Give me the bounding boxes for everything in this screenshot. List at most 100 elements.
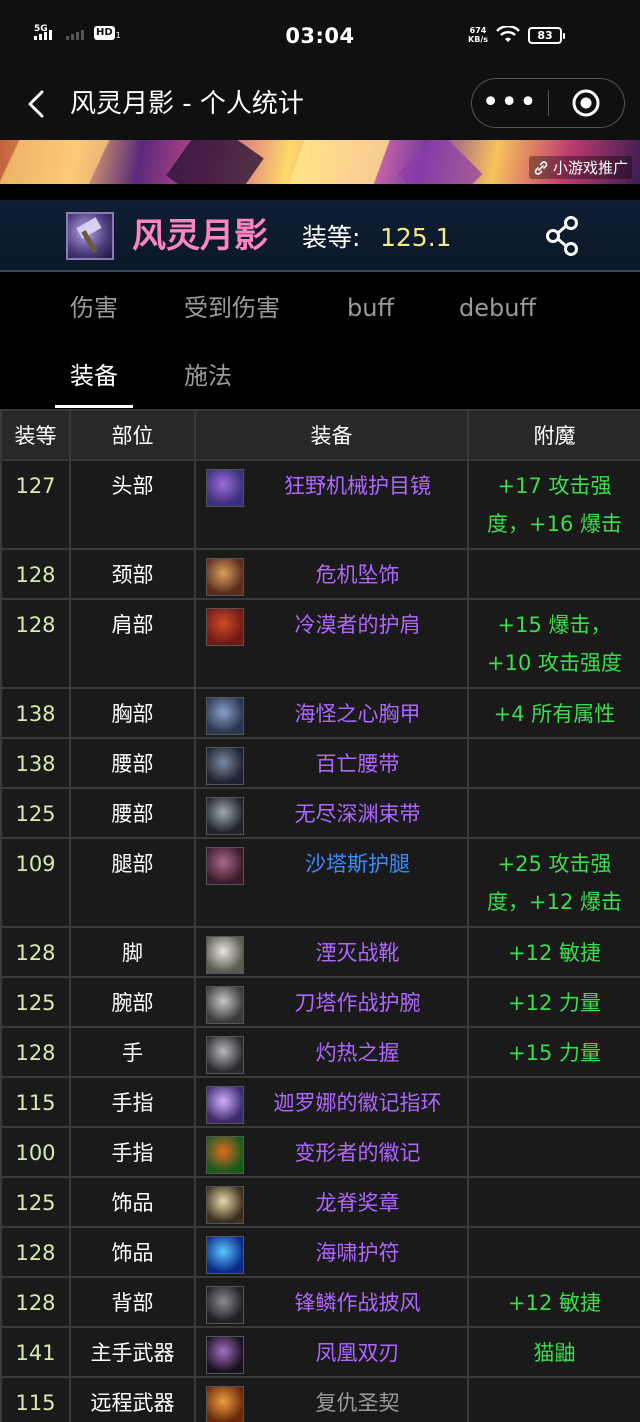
equipment-table-body: 127 头部 狂野机械护目镜 +17 攻击强度，+16 爆击 128 颈部 危机坠饰 128 肩…	[0, 459, 640, 1422]
cell-item[interactable]: 刀塔作战护腕	[194, 976, 469, 1028]
item-name[interactable]: 变形者的徽记	[248, 1134, 467, 1172]
item-name[interactable]: 龙脊奖章	[248, 1184, 467, 1222]
tab-casting[interactable]: 施法	[184, 360, 232, 392]
status-right: 674 KB/s 83	[468, 26, 565, 44]
ad-banner[interactable]: 小游戏推广	[0, 140, 640, 184]
back-arrow-icon[interactable]	[20, 86, 56, 122]
item-name[interactable]: 无尽深渊束带	[248, 795, 467, 833]
cell-item[interactable]: 海怪之心胸甲	[194, 687, 469, 739]
table-row[interactable]: 141 主手武器 凤凰双刃 猫鼬	[0, 1326, 640, 1378]
item-name[interactable]: 刀塔作战护腕	[248, 984, 467, 1022]
cell-item[interactable]: 狂野机械护目镜	[194, 459, 469, 550]
boots-icon	[206, 936, 244, 974]
active-tab-indicator	[55, 405, 133, 408]
cell-item[interactable]: 锋鳞作战披风	[194, 1276, 469, 1328]
ad-decoration	[0, 140, 114, 184]
cell-item-level: 128	[0, 926, 71, 978]
cell-item[interactable]: 凤凰双刃	[194, 1326, 469, 1378]
table-row[interactable]: 109 腿部 沙塔斯护腿 +25 攻击强度，+12 爆击	[0, 837, 640, 928]
tab-damage[interactable]: 伤害	[70, 292, 118, 324]
cell-slot: 胸部	[69, 687, 196, 739]
table-row[interactable]: 115 远程武器 复仇圣契	[0, 1376, 640, 1422]
cell-enchant: +15 爆击，+10 攻击强度	[467, 598, 640, 689]
tab-damage-taken[interactable]: 受到伤害	[184, 292, 280, 324]
table-row[interactable]: 128 肩部 冷漠者的护肩 +15 爆击，+10 攻击强度	[0, 598, 640, 689]
network-speed-value: 674	[469, 26, 487, 35]
cell-item-level: 100	[0, 1126, 71, 1178]
item-name[interactable]: 狂野机械护目镜	[248, 467, 467, 505]
character-header: 风灵月影 装等: 125.1	[0, 200, 640, 272]
cell-item[interactable]: 变形者的徽记	[194, 1126, 469, 1178]
cell-item-level: 138	[0, 687, 71, 739]
item-name[interactable]: 湮灭战靴	[248, 934, 467, 972]
item-name[interactable]: 沙塔斯护腿	[248, 845, 467, 883]
cell-item-level: 109	[0, 837, 71, 928]
cell-enchant	[467, 1076, 640, 1128]
table-row[interactable]: 125 饰品 龙脊奖章	[0, 1176, 640, 1228]
wifi-icon	[496, 26, 520, 42]
table-row[interactable]: 128 手 灼热之握 +15 力量	[0, 1026, 640, 1078]
item-name[interactable]: 复仇圣契	[248, 1384, 467, 1422]
item-name[interactable]: 冷漠者的护肩	[248, 606, 467, 644]
tab-debuff[interactable]: debuff	[459, 292, 536, 324]
cell-item-level: 141	[0, 1326, 71, 1378]
network-speed: 674 KB/s	[468, 26, 488, 44]
tab-equipment[interactable]: 装备	[70, 360, 118, 392]
cell-slot: 颈部	[69, 548, 196, 600]
table-row[interactable]: 127 头部 狂野机械护目镜 +17 攻击强度，+16 爆击	[0, 459, 640, 550]
item-name[interactable]: 锋鳞作战披风	[248, 1284, 467, 1322]
table-row[interactable]: 115 手指 迦罗娜的徽记指环	[0, 1076, 640, 1128]
table-row[interactable]: 128 脚 湮灭战靴 +12 敏捷	[0, 926, 640, 978]
cell-item[interactable]: 复仇圣契	[194, 1376, 469, 1422]
table-row[interactable]: 138 腰部 百亡腰带	[0, 737, 640, 789]
table-row[interactable]: 100 手指 变形者的徽记	[0, 1126, 640, 1178]
table-row[interactable]: 128 背部 锋鳞作战披风 +12 敏捷	[0, 1276, 640, 1328]
cell-enchant: +25 攻击强度，+12 爆击	[467, 837, 640, 928]
table-row[interactable]: 128 饰品 海啸护符	[0, 1226, 640, 1278]
cell-item[interactable]: 海啸护符	[194, 1226, 469, 1278]
goggles-icon	[206, 469, 244, 507]
chest-icon	[206, 697, 244, 735]
item-name[interactable]: 海啸护符	[248, 1234, 467, 1272]
cell-item[interactable]: 百亡腰带	[194, 737, 469, 789]
cell-item-level: 125	[0, 976, 71, 1028]
cell-item-level: 125	[0, 1176, 71, 1228]
cell-item-level: 128	[0, 598, 71, 689]
item-name[interactable]: 迦罗娜的徽记指环	[248, 1084, 467, 1122]
item-name[interactable]: 灼热之握	[248, 1034, 467, 1072]
close-mini-program-button[interactable]	[549, 88, 625, 118]
cell-item-level: 127	[0, 459, 71, 550]
ring-icon	[206, 1136, 244, 1174]
item-name[interactable]: 危机坠饰	[248, 556, 467, 594]
table-row[interactable]: 125 腰部 无尽深渊束带	[0, 787, 640, 839]
cell-enchant: +12 敏捷	[467, 926, 640, 978]
cell-item-level: 128	[0, 1276, 71, 1328]
cell-item[interactable]: 冷漠者的护肩	[194, 598, 469, 689]
table-row[interactable]: 125 腕部 刀塔作战护腕 +12 力量	[0, 976, 640, 1028]
cell-item[interactable]: 龙脊奖章	[194, 1176, 469, 1228]
table-row[interactable]: 138 胸部 海怪之心胸甲 +4 所有属性	[0, 687, 640, 739]
cell-item-level: 128	[0, 1226, 71, 1278]
legs-icon	[206, 847, 244, 885]
ring-icon	[206, 1086, 244, 1124]
more-options-button[interactable]: •••	[472, 88, 548, 118]
cell-item-level: 138	[0, 737, 71, 789]
cell-item[interactable]: 无尽深渊束带	[194, 787, 469, 839]
cell-item[interactable]: 灼热之握	[194, 1026, 469, 1078]
cell-item[interactable]: 危机坠饰	[194, 548, 469, 600]
cell-item[interactable]: 迦罗娜的徽记指环	[194, 1076, 469, 1128]
table-row[interactable]: 128 颈部 危机坠饰	[0, 548, 640, 600]
item-name[interactable]: 百亡腰带	[248, 745, 467, 783]
column-header-item: 装备	[194, 409, 469, 461]
tab-buff[interactable]: buff	[347, 292, 394, 324]
item-name[interactable]: 海怪之心胸甲	[248, 695, 467, 733]
share-icon[interactable]	[543, 214, 583, 258]
cell-enchant: +4 所有属性	[467, 687, 640, 739]
ad-tag[interactable]: 小游戏推广	[528, 156, 632, 179]
item-name[interactable]: 凤凰双刃	[248, 1334, 467, 1372]
column-header-slot: 部位	[69, 409, 196, 461]
bracer-icon	[206, 986, 244, 1024]
cell-slot: 远程武器	[69, 1376, 196, 1422]
cell-item[interactable]: 沙塔斯护腿	[194, 837, 469, 928]
cell-item[interactable]: 湮灭战靴	[194, 926, 469, 978]
